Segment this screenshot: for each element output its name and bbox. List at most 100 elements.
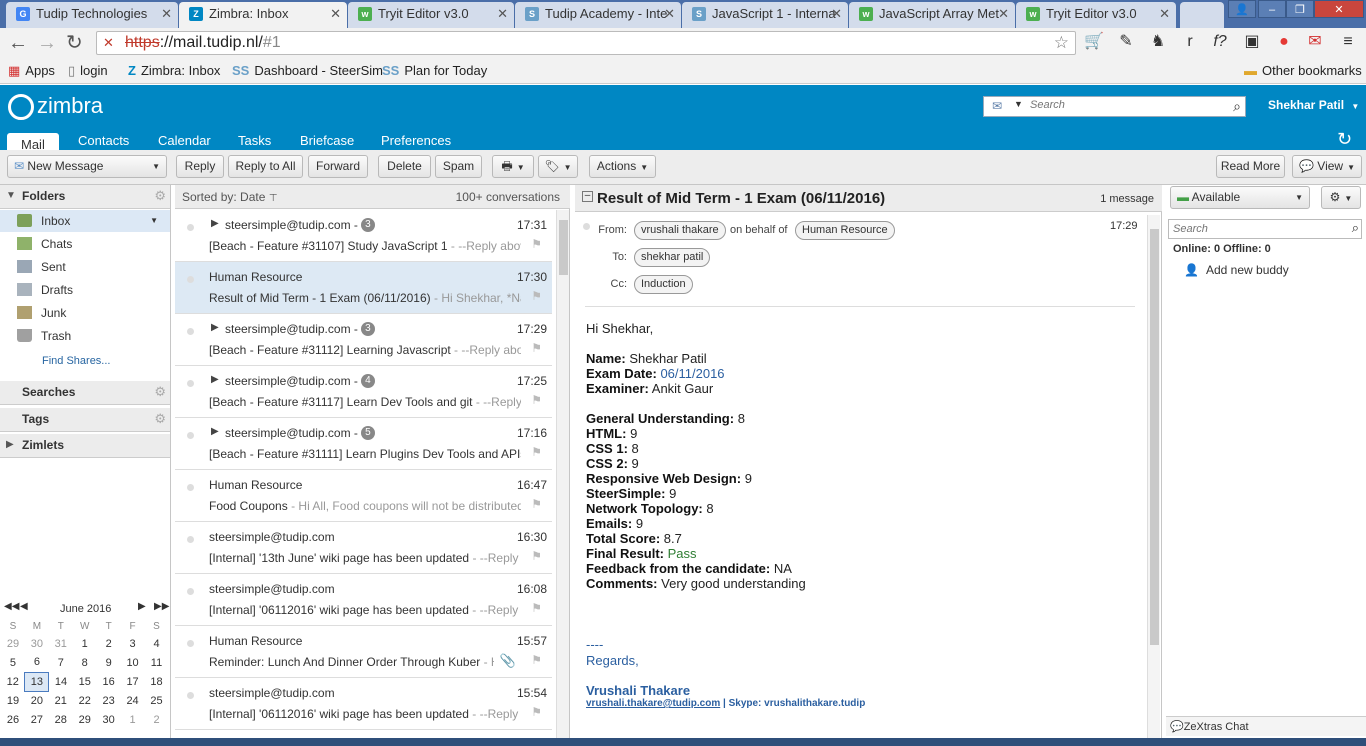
- actions-button[interactable]: Actions ▼: [589, 155, 656, 178]
- calendar-day[interactable]: 13: [24, 671, 50, 692]
- minimize-icon[interactable]: –: [1258, 0, 1286, 18]
- tab-calendar[interactable]: Calendar: [158, 131, 211, 150]
- spam-button[interactable]: Spam: [435, 155, 482, 178]
- expand-conversation-icon[interactable]: ▶: [211, 322, 219, 333]
- tab-tasks[interactable]: Tasks: [238, 131, 271, 150]
- scrollbar-thumb[interactable]: [1150, 229, 1159, 645]
- read-status-dot[interactable]: [187, 640, 194, 647]
- calendar-day[interactable]: 23: [97, 691, 121, 710]
- calendar-day[interactable]: 29: [1, 634, 25, 653]
- zextras-chat-bar[interactable]: 💬ZeXtras Chat: [1166, 716, 1366, 736]
- behalf-address-bubble[interactable]: Human Resource: [795, 221, 895, 240]
- read-status-dot[interactable]: [187, 380, 194, 387]
- gear-icon[interactable]: ⚙: [154, 408, 166, 430]
- flag-icon[interactable]: ⚑: [531, 237, 542, 251]
- close-tab-icon[interactable]: ✕: [998, 2, 1009, 26]
- conversation-row[interactable]: Human Resource 17:30 Result of Mid Term - …: [175, 262, 552, 314]
- conversation-row[interactable]: ▶ steersimple@tudip.com -5 17:16 [Beach - F…: [175, 418, 552, 470]
- function-extension-icon[interactable]: f?: [1210, 32, 1230, 52]
- eyedropper-extension-icon[interactable]: ✎: [1116, 32, 1136, 52]
- flag-icon[interactable]: ⚑: [531, 497, 542, 511]
- read-status-dot[interactable]: [187, 224, 194, 231]
- flag-icon[interactable]: ⚑: [531, 445, 542, 459]
- next-month-icon[interactable]: ▶: [138, 601, 146, 612]
- puzzle-extension-icon[interactable]: ♞: [1148, 32, 1168, 52]
- chevron-down-icon[interactable]: ▼: [150, 210, 158, 232]
- calendar-day[interactable]: 9: [97, 653, 121, 672]
- refresh-icon[interactable]: ↻: [1337, 129, 1352, 150]
- sidebar-item-drafts[interactable]: Drafts: [0, 279, 170, 301]
- add-buddy-link[interactable]: 👤 Add new buddy: [1184, 263, 1289, 277]
- read-status-dot[interactable]: [187, 692, 194, 699]
- browser-tab-javascript-array[interactable]: w JavaScript Array Met ✕: [849, 2, 1015, 28]
- user-menu[interactable]: Shekhar Patil ▼: [1268, 98, 1359, 112]
- calendar-day[interactable]: 25: [145, 691, 169, 710]
- r-extension-icon[interactable]: r: [1180, 32, 1200, 52]
- expand-conversation-icon[interactable]: ▶: [211, 374, 219, 385]
- print-button[interactable]: 🖶 ▼: [492, 155, 534, 178]
- calendar-day[interactable]: 20: [25, 691, 49, 710]
- bookmark-login[interactable]: ▯ login: [68, 62, 108, 80]
- gear-icon[interactable]: ⚙: [154, 185, 166, 207]
- address-bar[interactable]: ✕ https://mail.tudip.nl/#1 ☆: [96, 31, 1076, 55]
- chat-status-select[interactable]: ▬ Available ▼: [1170, 186, 1310, 209]
- conversation-row[interactable]: ▶ steersimple@tudip.com -3 17:31 [Beach - F…: [175, 210, 552, 262]
- calendar-day[interactable]: 2: [97, 634, 121, 653]
- calendar-day[interactable]: 10: [121, 653, 145, 672]
- calendar-day[interactable]: 12: [1, 672, 25, 691]
- zimlets-header[interactable]: ▶ Zimlets: [0, 434, 170, 458]
- prev-month-icon[interactable]: ◀: [20, 601, 28, 612]
- close-tab-icon[interactable]: ✕: [1159, 2, 1170, 26]
- close-window-icon[interactable]: ✕: [1314, 0, 1364, 18]
- color-wheel-extension-icon[interactable]: ●: [1274, 32, 1294, 52]
- expand-conversation-icon[interactable]: ▶: [211, 426, 219, 437]
- flag-icon[interactable]: ⚑: [531, 549, 542, 563]
- bookmark-star-icon[interactable]: ☆: [1054, 32, 1069, 54]
- sidebar-item-junk[interactable]: Junk: [0, 302, 170, 324]
- browser-tab-tudip-technologies[interactable]: G Tudip Technologies ✕: [6, 2, 178, 28]
- conversation-row[interactable]: steersimple@tudip.com 16:08 [Internal] '06…: [175, 574, 552, 626]
- gmail-extension-icon[interactable]: ✉: [1305, 32, 1325, 52]
- calendar-day[interactable]: 14: [49, 672, 73, 691]
- zimbra-logo[interactable]: zimbra: [8, 93, 103, 121]
- conversation-row[interactable]: ▶ steersimple@tudip.com -4 17:25 [Beach - F…: [175, 366, 552, 418]
- calendar-day[interactable]: 11: [145, 653, 169, 672]
- user-profile-icon[interactable]: 👤: [1228, 0, 1256, 18]
- to-address-bubble[interactable]: shekhar patil: [634, 248, 711, 267]
- chat-settings-button[interactable]: ⚙ ▼: [1321, 186, 1361, 209]
- read-status-dot[interactable]: [187, 432, 194, 439]
- tab-contacts[interactable]: Contacts: [78, 131, 129, 150]
- from-address-bubble[interactable]: vrushali thakare: [634, 221, 726, 240]
- chevron-down-icon[interactable]: ▼: [1014, 99, 1023, 109]
- calendar-day[interactable]: 1: [121, 710, 145, 729]
- exam-date-link[interactable]: 06/11/2016: [660, 366, 724, 381]
- chrome-menu-icon[interactable]: ≡: [1338, 32, 1358, 52]
- sidebar-item-sent[interactable]: Sent: [0, 256, 170, 278]
- back-icon[interactable]: ←: [8, 31, 28, 55]
- mail-search-type-icon[interactable]: ✉: [992, 99, 1002, 113]
- calendar-day[interactable]: 30: [97, 710, 121, 729]
- flag-icon[interactable]: ⚑: [531, 393, 542, 407]
- conversation-row[interactable]: Human Resource 16:47 Food Coupons - Hi All…: [175, 470, 552, 522]
- expand-conversation-icon[interactable]: ▶: [211, 218, 219, 229]
- conversation-row[interactable]: ▶ steersimple@tudip.com -3 17:29 [Beach - F…: [175, 314, 552, 366]
- reply-button[interactable]: Reply: [176, 155, 224, 178]
- global-search-input[interactable]: [1030, 99, 1220, 111]
- chevron-down-icon[interactable]: ▼: [152, 156, 160, 177]
- browser-tab-tryit-editor[interactable]: w Tryit Editor v3.0 ✕: [348, 2, 514, 28]
- forward-icon[interactable]: →: [37, 31, 57, 55]
- bookmark-plan-for-today[interactable]: SS Plan for Today: [382, 62, 487, 80]
- tags-header[interactable]: Tags ⚙: [0, 408, 170, 432]
- prev-year-icon[interactable]: ◀◀: [4, 601, 19, 612]
- calendar-day[interactable]: 27: [25, 710, 49, 729]
- calendar-day[interactable]: 19: [1, 691, 25, 710]
- read-status-dot[interactable]: [583, 223, 590, 230]
- scrollbar-thumb[interactable]: [559, 220, 568, 275]
- browser-tab-tudip-academy[interactable]: S Tudip Academy - Inte ✕: [515, 2, 681, 28]
- search-icon[interactable]: ⌕: [1233, 98, 1241, 115]
- flag-icon[interactable]: ⚑: [531, 705, 542, 719]
- insecure-lock-icon[interactable]: ✕: [103, 32, 114, 54]
- read-status-dot[interactable]: [187, 484, 194, 491]
- close-tab-icon[interactable]: ✕: [330, 2, 341, 26]
- read-status-dot[interactable]: [187, 536, 194, 543]
